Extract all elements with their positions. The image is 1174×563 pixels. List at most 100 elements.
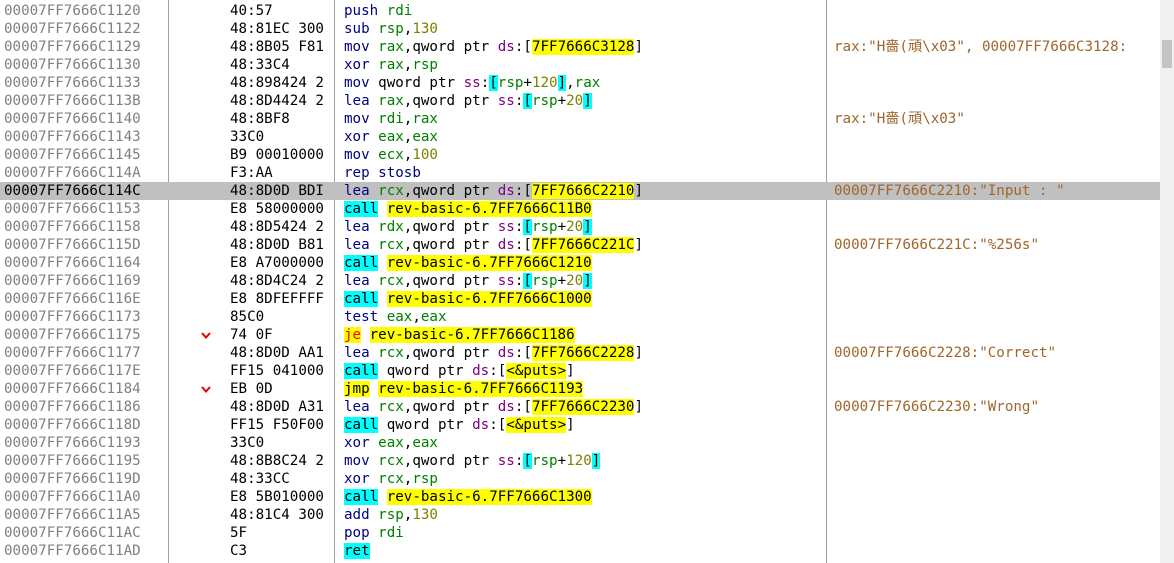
disassembly-cell: lea rcx,qword ptr ds:[7FF7666C2228] — [344, 344, 824, 362]
instruction-row[interactable]: 00007FF7666C116E E8 8DFEFFFF call rev-basi… — [0, 290, 1160, 308]
asm-token: , — [412, 309, 421, 325]
instruction-row[interactable]: 00007FF7666C117E FF15 041000 call qword pt… — [0, 362, 1160, 380]
instruction-row[interactable]: 00007FF7666C1186 48:8D0D A31 lea rcx,qword… — [0, 398, 1160, 416]
instruction-row[interactable]: 00007FF7666C11A0 E8 5B010000 call rev-basi… — [0, 488, 1160, 506]
instruction-row[interactable]: 00007FF7666C1133 48:898424 2 mov qword ptr… — [0, 74, 1160, 92]
asm-token: + — [523, 75, 532, 91]
asm-token: ] — [634, 39, 643, 55]
asm-token: lea — [344, 219, 370, 235]
instruction-row[interactable]: 00007FF7666C113B 48:8D4424 2 lea rax,qword… — [0, 92, 1160, 110]
asm-token: call — [344, 363, 379, 379]
jump-gutter — [194, 20, 218, 38]
disassembly-cell: call qword ptr ds:[<&puts>] — [344, 416, 824, 434]
instruction-row[interactable]: 00007FF7666C1145 B9 00010000 mov ecx,100 — [0, 146, 1160, 164]
asm-token: ds — [472, 417, 490, 433]
address-cell: 00007FF7666C1158 — [4, 219, 141, 235]
asm-token: ss — [497, 453, 515, 469]
address-cell: 00007FF7666C1164 — [4, 255, 141, 271]
instruction-row[interactable]: 00007FF7666C118D FF15 F50F00 call qword pt… — [0, 416, 1160, 434]
asm-token: ds — [472, 363, 490, 379]
asm-token: ret — [344, 543, 370, 559]
instruction-row[interactable]: 00007FF7666C1129 48:8B05 F81 mov rax,qword… — [0, 38, 1160, 56]
asm-token: ,qword ptr — [403, 237, 498, 253]
asm-token: rev-basic-6.7FF7666C1300 — [386, 489, 592, 505]
instruction-row[interactable]: 00007FF7666C11AD C3 ret — [0, 542, 1160, 560]
asm-token: lea — [344, 273, 370, 289]
asm-token — [378, 3, 387, 19]
asm-token: 7FF7666C2230 — [531, 399, 635, 415]
disassembly-cell: lea rax,qword ptr ss:[rsp+20] — [344, 92, 824, 110]
instruction-row[interactable]: 00007FF7666C1120 40:57 push rdi — [0, 2, 1160, 20]
asm-token: :[ — [514, 183, 532, 199]
instruction-row[interactable]: 00007FF7666C1143 33C0 xor eax,eax — [0, 128, 1160, 146]
instruction-row[interactable]: 00007FF7666C1122 48:81EC 300 sub rsp,130 — [0, 20, 1160, 38]
address-cell: 00007FF7666C11A0 — [4, 489, 141, 505]
jump-gutter — [194, 272, 218, 290]
instruction-row[interactable]: 00007FF7666C1130 48:33C4 xor rax,rsp — [0, 56, 1160, 74]
asm-token: <&puts> — [506, 363, 567, 379]
jump-gutter — [194, 488, 218, 506]
instruction-row[interactable]: 00007FF7666C114A F3:AA rep stosb — [0, 164, 1160, 182]
address-cell: 00007FF7666C113B — [4, 93, 141, 109]
asm-token: [ — [523, 453, 532, 469]
jump-gutter — [194, 218, 218, 236]
asm-token — [370, 237, 379, 253]
bytes-cell: EB 0D — [230, 381, 273, 397]
instruction-row[interactable]: 00007FF7666C119D 48:33CC xor rcx,rsp — [0, 470, 1160, 488]
asm-token: mov — [344, 111, 370, 127]
asm-token: lea — [344, 237, 370, 253]
instruction-row[interactable]: 00007FF7666C1153 E8 58000000 call rev-basi… — [0, 200, 1160, 218]
asm-token: rdi — [378, 525, 404, 541]
asm-token: rax — [412, 111, 438, 127]
bytes-cell: 48:33CC — [230, 471, 290, 487]
instruction-row[interactable]: 00007FF7666C1177 48:8D0D AA1 lea rcx,qword… — [0, 344, 1160, 362]
disassembly-cell: sub rsp,130 — [344, 20, 824, 38]
asm-token: xor — [344, 435, 370, 451]
jump-gutter — [194, 470, 218, 488]
address-cell: 00007FF7666C11AC — [4, 525, 141, 541]
instruction-row[interactable]: 00007FF7666C1195 48:8B8C24 2 mov rcx,qword… — [0, 452, 1160, 470]
disassembly-cell: mov ecx,100 — [344, 146, 824, 164]
asm-token — [378, 291, 387, 307]
bytes-cell: 48:8D5424 2 — [230, 219, 324, 235]
address-cell: 00007FF7666C116E — [4, 291, 141, 307]
comment-cell: rax:"H嗇(頑\x03" — [834, 111, 965, 127]
instruction-row[interactable]: 00007FF7666C1140 48:8BF8 mov rdi,rax rax:"H… — [0, 110, 1160, 128]
instruction-row[interactable]: 00007FF7666C1173 85C0 test eax,eax — [0, 308, 1160, 326]
instruction-row[interactable]: 00007FF7666C1164 E8 A7000000 call rev-basi… — [0, 254, 1160, 272]
asm-token: ] — [634, 345, 643, 361]
asm-token: :[ — [514, 237, 532, 253]
instruction-row[interactable]: 00007FF7666C11AC 5F pop rdi — [0, 524, 1160, 542]
asm-token — [370, 399, 379, 415]
scrollbar-thumb[interactable] — [1162, 40, 1172, 68]
jump-gutter — [194, 398, 218, 416]
asm-token: eax — [378, 435, 404, 451]
vertical-scrollbar[interactable] — [1160, 0, 1174, 563]
instruction-row[interactable]: 00007FF7666C1193 33C0 xor eax,eax — [0, 434, 1160, 452]
jump-gutter — [194, 290, 218, 308]
disassembly-cell: lea rcx,qword ptr ss:[rsp+20] — [344, 272, 824, 290]
asm-token: 7FF7666C3128 — [531, 39, 635, 55]
jump-gutter — [194, 452, 218, 470]
instruction-row[interactable]: 00007FF7666C1158 48:8D5424 2 lea rdx,qword… — [0, 218, 1160, 236]
jump-gutter — [194, 362, 218, 380]
asm-token: ] — [634, 183, 643, 199]
jump-gutter — [194, 416, 218, 434]
instruction-row[interactable]: 00007FF7666C1169 48:8D4C24 2 lea rcx,qword… — [0, 272, 1160, 290]
asm-token: + — [557, 219, 567, 235]
instruction-row[interactable]: 00007FF7666C1184 EB 0D jmp rev-basic-6.7FF… — [0, 380, 1160, 398]
address-cell: 00007FF7666C1175 — [4, 327, 141, 343]
instruction-row[interactable]: 00007FF7666C115D 48:8D0D B81 lea rcx,qword… — [0, 236, 1160, 254]
asm-token: 120 — [531, 75, 558, 91]
asm-token — [378, 309, 387, 325]
bytes-cell: 48:8B8C24 2 — [230, 453, 324, 469]
asm-token: call — [344, 201, 379, 217]
asm-token — [370, 129, 379, 145]
instruction-row[interactable]: 00007FF7666C1175 74 0F je rev-basic-6.7FF7… — [0, 326, 1160, 344]
asm-token: mov — [344, 147, 370, 163]
selected-instruction-row[interactable]: 00007FF7666C114C 48:8D0D BDI lea rcx,qword… — [0, 182, 1160, 200]
asm-token: rcx — [378, 399, 404, 415]
asm-token: 7FF7666C2228 — [531, 345, 635, 361]
instruction-row[interactable]: 00007FF7666C11A5 48:81C4 300 add rsp,130 — [0, 506, 1160, 524]
disassembly-view[interactable]: 00007FF7666C1120 40:57 push rdi 00007FF7666… — [0, 0, 1174, 563]
